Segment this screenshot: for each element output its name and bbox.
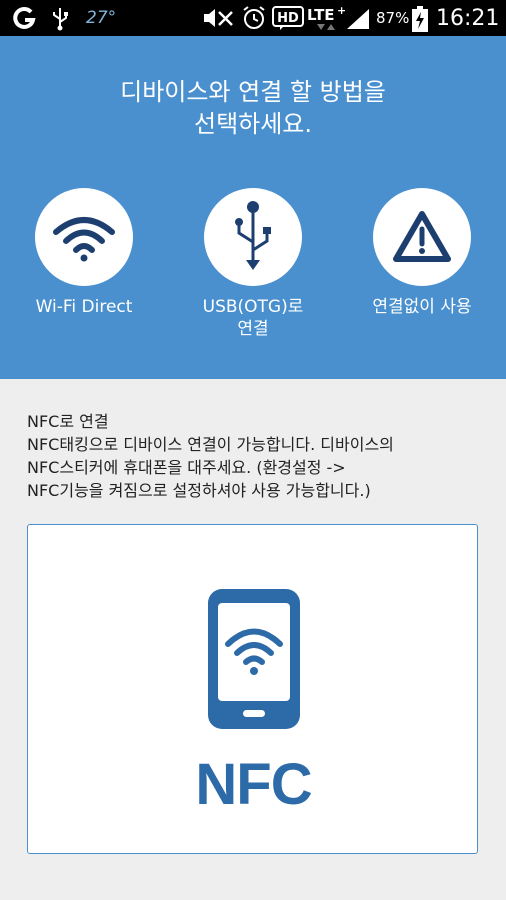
- clock: 16:21: [436, 5, 500, 31]
- usb-otg-label: USB(OTG)로 연결: [202, 297, 304, 339]
- usb-otg-button[interactable]: [204, 188, 302, 286]
- wifi-icon: [53, 217, 115, 262]
- nfc-line: NFC태킹으로 디바이스 연결이 가능합니다. 디바이스의: [27, 435, 394, 454]
- warning-icon: [393, 211, 451, 262]
- svg-text:+: +: [337, 4, 345, 17]
- usb-icon: [235, 201, 271, 270]
- connection-header: 디바이스와 연결 할 방법을 선택하세요. Wi-Fi Direct USB(O…: [0, 36, 506, 379]
- nfc-line: NFC기능을 켜짐으로 설정하셔야 사용 가능합니다.): [27, 481, 371, 500]
- wifi-direct-option[interactable]: Wi-Fi Direct: [9, 188, 159, 318]
- g-logo-icon: [13, 6, 36, 29]
- nfc-heading: NFC로 연결: [27, 412, 109, 431]
- wifi-direct-label: Wi-Fi Direct: [35, 297, 133, 317]
- page-title: 디바이스와 연결 할 방법을 선택하세요.: [120, 78, 386, 138]
- wifi-direct-button[interactable]: [35, 188, 133, 286]
- temperature-label: 27°: [86, 8, 117, 28]
- no-connection-button[interactable]: [373, 188, 471, 286]
- usb-otg-option[interactable]: USB(OTG)로 연결: [178, 188, 328, 340]
- battery-percent: 87%: [376, 9, 410, 27]
- usb-icon: [53, 8, 68, 31]
- hd-icon: HD: [272, 6, 304, 30]
- status-bar: 27° HD LTE + 87% 16:21: [0, 0, 506, 36]
- no-connection-option[interactable]: 연결없이 사용: [347, 188, 497, 318]
- lte-icon: LTE +: [307, 4, 345, 30]
- nfc-line: NFC스티커에 휴대폰을 대주세요. (환경설정 ->: [27, 458, 346, 477]
- alarm-icon: [243, 6, 265, 29]
- signal-icon: [347, 9, 369, 29]
- svg-text:LTE: LTE: [307, 6, 335, 24]
- nfc-logo-text: NFC: [195, 752, 312, 817]
- no-connection-label: 연결없이 사용: [372, 297, 472, 317]
- nfc-description: NFC로 연결 NFC태킹으로 디바이스 연결이 가능합니다. 디바이스의 NF…: [27, 410, 487, 502]
- mute-icon: [204, 9, 233, 27]
- battery-charging-icon: [412, 6, 428, 32]
- nfc-phone-icon: [208, 589, 300, 729]
- nfc-panel[interactable]: NFC: [27, 524, 478, 854]
- svg-text:HD: HD: [277, 11, 299, 26]
